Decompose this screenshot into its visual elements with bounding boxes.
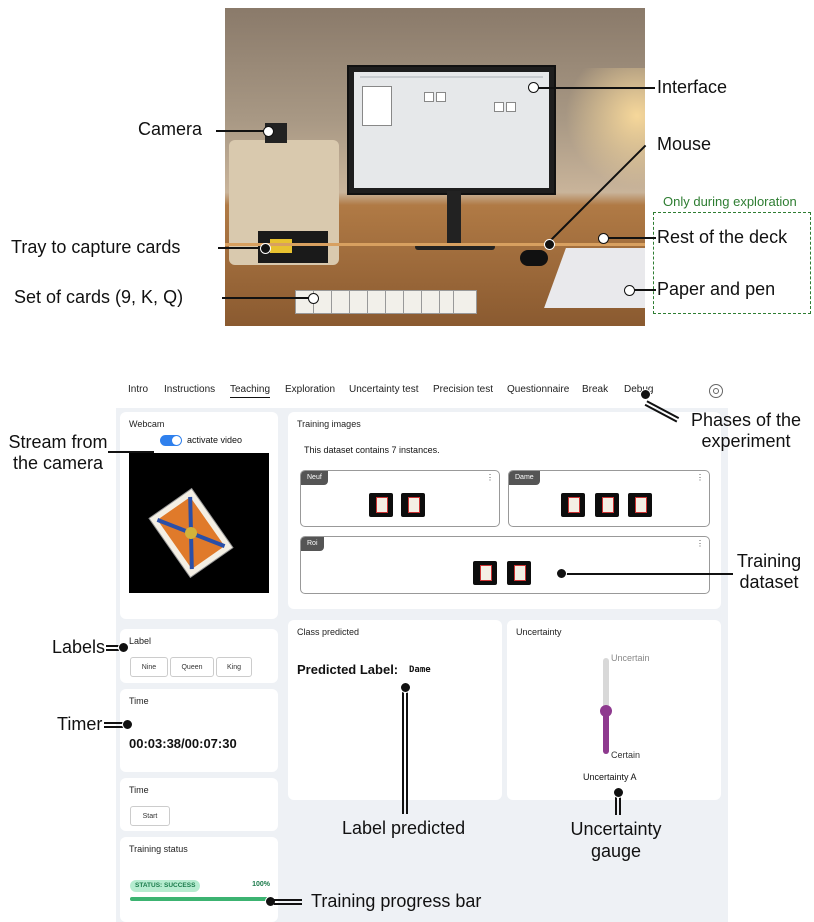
class-box-roi: Roi ⋮ (300, 536, 710, 594)
training-status-title: Training status (129, 844, 188, 854)
label-king-button[interactable]: King (216, 657, 252, 677)
annotation-timer: Timer (57, 714, 103, 734)
more-options-icon[interactable]: ⋮ (486, 473, 494, 482)
class-box-dame: Dame ⋮ (508, 470, 710, 527)
label-nine-button[interactable]: Nine (130, 657, 168, 677)
uncertainty-gauge-fill (603, 710, 609, 754)
webcam-title: Webcam (129, 419, 165, 429)
annotation-rest-of-deck: Rest of the deck (657, 227, 788, 247)
timer-title: Time (129, 696, 149, 706)
annotation-mouse: Mouse (657, 134, 712, 154)
more-options-icon[interactable]: ⋮ (696, 539, 704, 548)
label-panel: Label Nine Queen King (120, 629, 278, 683)
time-control-panel: Time Start (120, 778, 278, 831)
tab-uncertainty-test[interactable]: Uncertainty test (349, 384, 418, 395)
annotation-paper-pen: Paper and pen (657, 279, 776, 299)
class-tag-dame: Dame (509, 471, 540, 485)
timer-panel: Time 00:03:38/00:07:30 (120, 689, 278, 772)
class-box-neuf: Neuf ⋮ (300, 470, 500, 527)
more-options-icon[interactable]: ⋮ (696, 473, 704, 482)
annotation-interface: Interface (657, 77, 728, 97)
card-in-stream (148, 487, 234, 579)
label-queen-button[interactable]: Queen (170, 657, 214, 677)
annotation-labels: Labels (52, 637, 106, 657)
training-images-title: Training images (297, 419, 361, 429)
class-predicted-title: Class predicted (297, 627, 360, 637)
phase-nav: Intro Instructions Teaching Exploration … (116, 378, 728, 406)
uncertainty-gauge-track (600, 658, 612, 754)
uncertainty-panel: Uncertainty Uncertain Certain Uncertaint… (507, 620, 721, 800)
annotation-tray: Tray to capture cards (11, 237, 181, 257)
training-progress-fill (130, 897, 270, 901)
gear-icon[interactable] (709, 384, 723, 398)
certain-label: Certain (611, 750, 641, 760)
webcam-panel: Webcam activate video (120, 412, 278, 619)
status-badge: STATUS: SUCCESS (130, 880, 201, 892)
monitor (347, 65, 556, 195)
uncertain-label: Uncertain (611, 653, 650, 663)
video-toggle-label: activate video (187, 435, 243, 445)
tab-precision-test[interactable]: Precision test (433, 384, 493, 395)
training-thumbnail[interactable] (561, 493, 585, 517)
tab-break[interactable]: Break (582, 384, 608, 395)
label-title: Label (129, 636, 152, 646)
uncertainty-caption: Uncertainty A (583, 772, 637, 782)
time-control-title: Time (129, 785, 149, 795)
paper-sheet (544, 248, 645, 308)
start-button[interactable]: Start (130, 806, 170, 826)
training-thumbnail[interactable] (369, 493, 393, 517)
annotation-label-predicted: Label predicted (342, 818, 466, 838)
annotation-training-progress: Training progress bar (311, 891, 482, 911)
tab-intro[interactable]: Intro (128, 384, 148, 395)
wall-light (565, 68, 645, 188)
timer-value: 00:03:38/00:07:30 (129, 736, 237, 751)
training-status-panel: Training status STATUS: SUCCESS 100% (120, 837, 278, 922)
training-thumbnail[interactable] (507, 561, 531, 585)
annotation-only-exploration: Only during exploration (663, 194, 797, 209)
predicted-label-value: Dame (409, 665, 431, 675)
tab-teaching[interactable]: Teaching (230, 384, 271, 398)
uncertainty-title: Uncertainty (516, 627, 562, 637)
dataset-summary: This dataset contains 7 instances. (304, 445, 440, 455)
class-tag-neuf: Neuf (301, 471, 328, 485)
tab-instructions[interactable]: Instructions (164, 384, 215, 395)
annotation-phases: Phases of the experiment (690, 410, 802, 451)
webcam-stream (129, 453, 269, 593)
video-toggle[interactable] (160, 435, 182, 446)
card-set (295, 290, 477, 314)
training-thumbnail[interactable] (628, 493, 652, 517)
annotation-card-set: Set of cards (9, K, Q) (14, 287, 184, 307)
tab-questionnaire[interactable]: Questionnaire (507, 384, 569, 395)
training-thumbnail[interactable] (401, 493, 425, 517)
annotation-training-dataset: Training dataset (736, 551, 802, 592)
progress-percent: 100% (252, 881, 270, 888)
class-tag-roi: Roi (301, 537, 324, 551)
annotation-camera: Camera (138, 119, 203, 139)
annotation-uncertainty-gauge: Uncertainty gauge (570, 819, 662, 861)
training-images-panel: Training images This dataset contains 7 … (288, 412, 721, 609)
training-thumbnail[interactable] (595, 493, 619, 517)
mouse-device (520, 250, 548, 266)
setup-photo (225, 8, 645, 326)
training-thumbnail[interactable] (473, 561, 497, 585)
training-progress-track (130, 897, 270, 901)
annotation-stream: Stream from the camera (8, 432, 108, 473)
tab-exploration[interactable]: Exploration (285, 384, 335, 395)
uncertainty-gauge-knob (600, 704, 612, 717)
predicted-label-prefix: Predicted Label: (297, 662, 399, 677)
class-predicted-panel: Class predicted Predicted Label: Dame (288, 620, 502, 800)
